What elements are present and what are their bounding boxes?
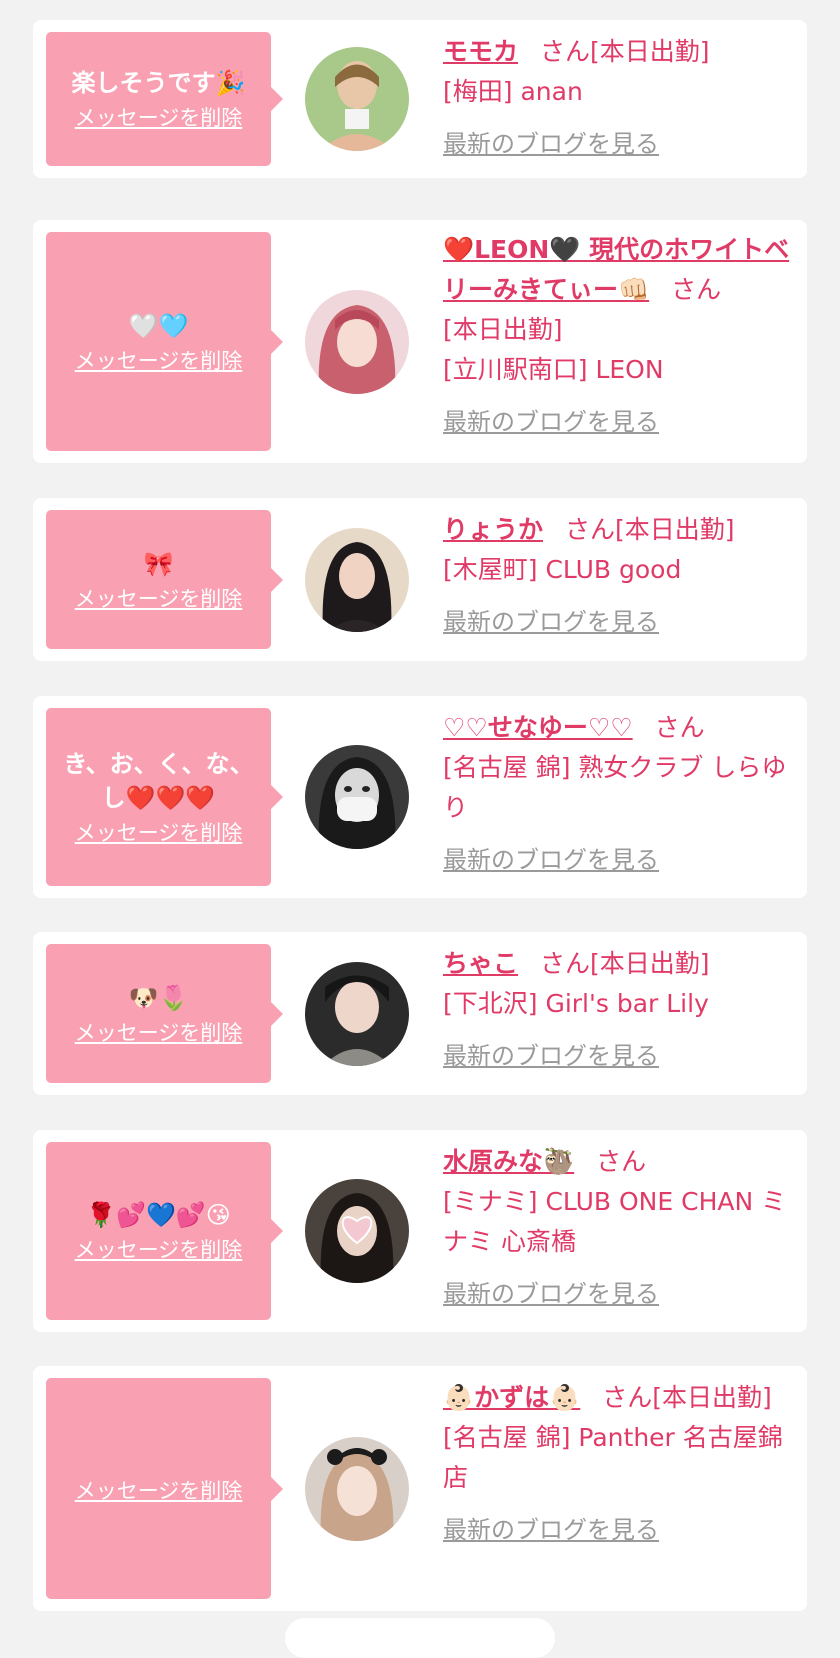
cast-info: 水原みな🦥 さん [ミナミ] CLUB ONE CHAN ミナミ 心斎橋 最新のブ… (443, 1142, 793, 1314)
message-card: 楽しそうです🎉 メッセージを削除 モモカ さん[本日出勤] [梅田] anan 最… (33, 20, 807, 178)
avatar[interactable] (305, 47, 409, 151)
cast-info: ちゃこ さん[本日出勤] [下北沢] Girl's bar Lily 最新のブログ… (443, 944, 793, 1076)
cast-name-link[interactable]: 水原みな🦥 (443, 1147, 574, 1176)
shop-name: [名古屋 錦] Panther 名古屋錦店 (443, 1423, 783, 1492)
cast-name-link[interactable]: ♡♡せなゆー♡♡ (443, 713, 633, 742)
cast-info: ❤️LEON🖤 現代のホワイトベリーみきてぃー👊🏻 さん [本日出勤] [立川駅南… (443, 230, 793, 442)
delete-message-link[interactable]: メッセージを削除 (75, 104, 243, 132)
message-text: 🎀 (143, 549, 174, 578)
message-text: き、お、く、な、し❤️❤️❤️ (63, 750, 254, 812)
shop-name: [下北沢] Girl's bar Lily (443, 989, 709, 1018)
avatar[interactable] (305, 528, 409, 632)
status-badge: [本日出勤] (590, 949, 710, 978)
latest-blog-link[interactable]: 最新のブログを見る (443, 1036, 659, 1076)
san-suffix: さん (596, 1147, 647, 1176)
status-badge: [本日出勤] (443, 315, 563, 344)
cast-info: りょうか さん[本日出勤] [木屋町] CLUB good 最新のブログを見る (443, 510, 793, 642)
message-bubble: き、お、く、な、し❤️❤️❤️ メッセージを削除 (46, 708, 283, 886)
cast-info: 👶🏻かずは👶🏻 さん[本日出勤] [名古屋 錦] Panther 名古屋錦店 最新… (443, 1378, 793, 1550)
avatar[interactable] (305, 1179, 409, 1283)
delete-message-link[interactable]: メッセージを削除 (75, 585, 243, 613)
message-bubble: メッセージを削除 (46, 1378, 283, 1599)
avatar[interactable] (305, 1437, 409, 1541)
status-badge: [本日出勤] (615, 515, 735, 544)
latest-blog-link[interactable]: 最新のブログを見る (443, 602, 659, 642)
cast-info: モモカ さん[本日出勤] [梅田] anan 最新のブログを見る (443, 32, 793, 164)
delete-message-link[interactable]: メッセージを削除 (75, 347, 243, 375)
delete-message-link[interactable]: メッセージを削除 (75, 819, 243, 847)
san-suffix: さん (540, 949, 591, 978)
message-bubble: 🌹💕💙💕😘 メッセージを削除 (46, 1142, 283, 1320)
latest-blog-link[interactable]: 最新のブログを見る (443, 1510, 659, 1550)
message-text: 🤍🩵 (128, 311, 189, 340)
shop-name: [梅田] anan (443, 77, 583, 106)
latest-blog-link[interactable]: 最新のブログを見る (443, 840, 659, 880)
san-suffix: さん (671, 275, 722, 304)
message-card: 🐶🌷 メッセージを削除 ちゃこ さん[本日出勤] [下北沢] Girl's bar… (33, 932, 807, 1095)
message-text: 楽しそうです🎉 (71, 69, 246, 97)
message-bubble: 🎀 メッセージを削除 (46, 510, 283, 649)
message-bubble: 楽しそうです🎉 メッセージを削除 (46, 32, 283, 166)
avatar[interactable] (305, 745, 409, 849)
delete-message-link[interactable]: メッセージを削除 (75, 1019, 243, 1047)
shop-name: [ミナミ] CLUB ONE CHAN ミナミ 心斎橋 (443, 1187, 787, 1256)
avatar[interactable] (305, 962, 409, 1066)
cast-name-link[interactable]: 👶🏻かずは👶🏻 (443, 1383, 580, 1412)
status-badge: [本日出勤] (652, 1383, 772, 1412)
latest-blog-link[interactable]: 最新のブログを見る (443, 124, 659, 164)
latest-blog-link[interactable]: 最新のブログを見る (443, 1274, 659, 1314)
san-suffix: さん (565, 515, 616, 544)
san-suffix: さん (602, 1383, 653, 1412)
san-suffix: さん (654, 713, 705, 742)
status-badge: [本日出勤] (590, 37, 710, 66)
cast-info: ♡♡せなゆー♡♡ さん [名古屋 錦] 熟女クラブ しらゆり 最新のブログを見る (443, 708, 793, 880)
shop-name: [立川駅南口] LEON (443, 355, 664, 384)
delete-message-link[interactable]: メッセージを削除 (75, 1236, 243, 1264)
message-card: 🌹💕💙💕😘 メッセージを削除 水原みな🦥 さん [ミナミ] CLUB ONE CH… (33, 1130, 807, 1332)
delete-message-link[interactable]: メッセージを削除 (75, 1477, 243, 1505)
message-card: メッセージを削除 👶🏻かずは👶🏻 さん[本日出勤] [名古屋 錦] Panther… (33, 1366, 807, 1611)
cast-name-link[interactable]: ❤️LEON🖤 現代のホワイトベリーみきてぃー👊🏻 (443, 235, 789, 304)
message-card: 🎀 メッセージを削除 りょうか さん[本日出勤] [木屋町] CLUB good … (33, 498, 807, 661)
cast-name-link[interactable]: りょうか (443, 515, 543, 544)
bottom-floating-bar[interactable] (285, 1618, 555, 1658)
message-card: き、お、く、な、し❤️❤️❤️ メッセージを削除 ♡♡せなゆー♡♡ さん [名古屋… (33, 696, 807, 898)
message-bubble: 🤍🩵 メッセージを削除 (46, 232, 283, 451)
cast-name-link[interactable]: モモカ (443, 37, 518, 66)
shop-name: [木屋町] CLUB good (443, 555, 682, 584)
message-bubble: 🐶🌷 メッセージを削除 (46, 944, 283, 1083)
message-text: 🌹💕💙💕😘 (86, 1201, 231, 1229)
message-card: 🤍🩵 メッセージを削除 ❤️LEON🖤 現代のホワイトベリーみきてぃー👊🏻 さん … (33, 220, 807, 463)
shop-name: [名古屋 錦] 熟女クラブ しらゆり (443, 753, 787, 822)
san-suffix: さん (540, 37, 591, 66)
latest-blog-link[interactable]: 最新のブログを見る (443, 402, 659, 442)
message-text: 🐶🌷 (128, 983, 189, 1012)
avatar[interactable] (305, 290, 409, 394)
cast-name-link[interactable]: ちゃこ (443, 949, 518, 978)
